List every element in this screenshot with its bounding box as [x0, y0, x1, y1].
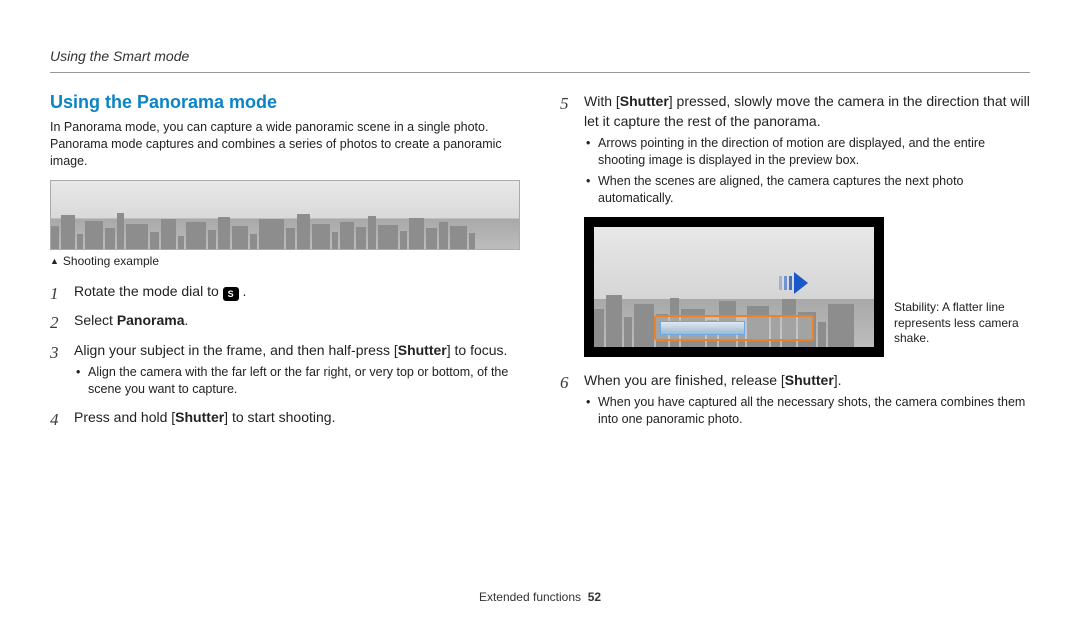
- step-sublist: Arrows pointing in the direction of moti…: [584, 135, 1030, 207]
- header-divider: [50, 72, 1030, 73]
- step-number: 6: [560, 371, 569, 395]
- step-text: Select: [74, 312, 117, 328]
- step-number: 2: [50, 311, 59, 335]
- steps-list-right: 5 With [Shutter] pressed, slowly move th…: [560, 92, 1030, 207]
- step-sublist: Align the camera with the far left or th…: [74, 364, 520, 398]
- section-title: Using the Panorama mode: [50, 92, 520, 113]
- sub-item: When you have captured all the necessary…: [584, 394, 1030, 428]
- step-6: 6 When you are finished, release [Shutte…: [560, 371, 1030, 428]
- step-text: Rotate the mode dial to: [74, 283, 223, 299]
- direction-arrow-icon: [779, 272, 808, 294]
- stability-callout: Stability: A flatter line represents les…: [894, 300, 1030, 357]
- captured-portion: [660, 321, 745, 335]
- breadcrumb: Using the Smart mode: [50, 48, 189, 64]
- steps-list-right-2: 6 When you are finished, release [Shutte…: [560, 371, 1030, 428]
- steps-list-left: 1 Rotate the mode dial to S . 2 Select P…: [50, 282, 520, 428]
- step-number: 5: [560, 92, 569, 116]
- step-number: 1: [50, 282, 59, 306]
- preview-row: Stability: A flatter line represents les…: [584, 217, 1030, 357]
- step-text: Press and hold [: [74, 409, 175, 425]
- step-text: With [: [584, 93, 620, 109]
- content-columns: Using the Panorama mode In Panorama mode…: [50, 92, 1030, 438]
- step-5: 5 With [Shutter] pressed, slowly move th…: [560, 92, 1030, 207]
- step-4: 4 Press and hold [Shutter] to start shoo…: [50, 408, 520, 428]
- step-2: 2 Select Panorama.: [50, 311, 520, 331]
- panorama-progress-strip: [654, 315, 814, 341]
- left-column: Using the Panorama mode In Panorama mode…: [50, 92, 520, 438]
- step-number: 4: [50, 408, 59, 432]
- sub-item: Arrows pointing in the direction of moti…: [584, 135, 1030, 169]
- camera-preview-image: [584, 217, 884, 357]
- sub-item: When the scenes are aligned, the camera …: [584, 173, 1030, 207]
- footer-page-number: 52: [588, 590, 601, 604]
- mode-dial-s-icon: S: [223, 287, 239, 301]
- step-1: 1 Rotate the mode dial to S .: [50, 282, 520, 302]
- step-text: Align your subject in the frame, and the…: [74, 342, 398, 358]
- step-text: When you are finished, release [: [584, 372, 785, 388]
- intro-text: In Panorama mode, you can capture a wide…: [50, 119, 520, 170]
- panorama-example-image: [50, 180, 520, 250]
- right-column: 5 With [Shutter] pressed, slowly move th…: [560, 92, 1030, 438]
- sub-item: Align the camera with the far left or th…: [74, 364, 520, 398]
- page-footer: Extended functions 52: [0, 590, 1080, 604]
- step-3: 3 Align your subject in the frame, and t…: [50, 341, 520, 398]
- footer-section: Extended functions: [479, 590, 581, 604]
- step-number: 3: [50, 341, 59, 365]
- step-sublist: When you have captured all the necessary…: [584, 394, 1030, 428]
- example-caption: Shooting example: [50, 254, 520, 268]
